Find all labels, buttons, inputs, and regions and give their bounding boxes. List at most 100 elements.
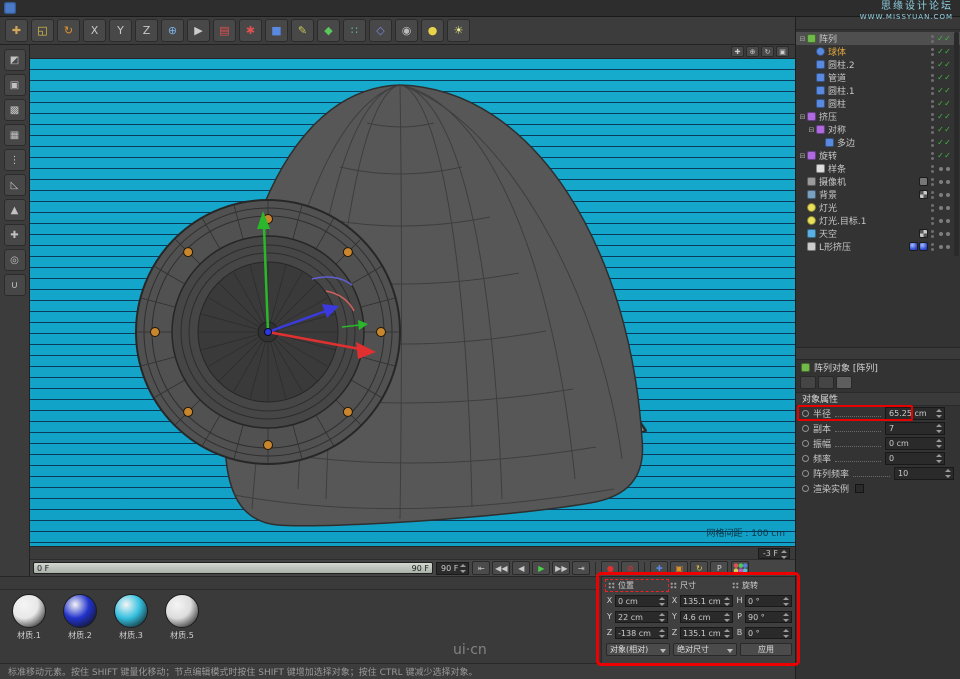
render-enable-icon[interactable] [944,152,951,160]
attribute-value-input[interactable]: 65.25 cm [885,407,945,420]
visibility-dots-icon[interactable] [931,74,934,82]
editor-enable-icon[interactable] [937,180,944,184]
side-tool-icon[interactable]: ▲ [4,199,26,221]
view-icon[interactable]: ▣ [776,46,789,57]
render-enable-icon[interactable] [944,113,951,121]
spinner[interactable] [783,613,790,622]
object-row[interactable]: 摄像机 [796,175,960,188]
spinner[interactable] [936,424,943,433]
visibility-dots-icon[interactable] [931,152,934,160]
keyframe-circle-icon[interactable] [802,485,809,492]
menu-item[interactable] [41,7,51,9]
material-item[interactable]: 材质.5 [160,594,204,641]
timeline-slider[interactable]: 0 F 90 F [33,562,433,574]
side-tool-icon[interactable]: ▣ [4,74,26,96]
visibility-dots-icon[interactable] [931,204,934,212]
menu-item[interactable] [111,7,121,9]
render-enable-icon[interactable] [944,219,951,223]
editor-enable-icon[interactable] [937,61,944,69]
visibility-dots-icon[interactable] [931,243,934,251]
keyframe-circle-icon[interactable] [802,425,809,432]
material-preview-sphere[interactable] [165,594,199,628]
object-manager-menu-item[interactable] [856,22,866,24]
attribute-tab[interactable] [800,376,816,389]
attribute-tab[interactable] [836,376,852,389]
editor-enable-icon[interactable] [937,126,944,134]
visibility-dots-icon[interactable] [931,35,934,43]
keyframe-circle-icon[interactable] [802,440,809,447]
viewport-menu-item[interactable] [76,51,86,53]
toolbar-icon[interactable]: ✚ [5,19,28,42]
editor-enable-icon[interactable] [937,193,944,197]
render-enable-icon[interactable] [944,193,951,197]
spinner[interactable] [724,597,731,606]
size-mode-dropdown[interactable]: 绝对尺寸 [673,643,737,656]
expand-toggle-icon[interactable]: ⊟ [807,126,816,134]
object-row[interactable]: ⊟ 旋转 [796,149,960,162]
render-enable-icon[interactable] [944,35,951,43]
toolbar-icon[interactable]: ● [421,19,444,42]
material-item[interactable]: 材质.3 [109,594,153,641]
editor-enable-icon[interactable] [937,139,944,147]
visibility-dots-icon[interactable] [931,100,934,108]
keyframe-circle-icon[interactable] [802,455,809,462]
spinner[interactable] [659,629,666,638]
visibility-dots-icon[interactable] [931,191,934,199]
object-row[interactable]: 灯光 [796,201,960,214]
point-handle[interactable] [343,407,352,416]
object-tag-icon[interactable] [919,242,928,251]
object-row[interactable]: 圆柱.2 [796,58,960,71]
view-icon[interactable]: ✚ [731,46,744,57]
menu-item[interactable] [31,7,41,9]
frame-offset-field[interactable]: -3 F [758,548,790,559]
render-enable-icon[interactable] [944,87,951,95]
object-manager-menu-item[interactable] [820,22,830,24]
transport-button[interactable]: ◀◀ [492,561,510,575]
render-enable-icon[interactable] [944,206,951,210]
object-tag-icon[interactable] [919,190,928,199]
editor-enable-icon[interactable] [937,206,944,210]
record-button[interactable]: ● [601,561,619,575]
visibility-dots-icon[interactable] [931,126,934,134]
spinner[interactable] [724,629,731,638]
view-icon[interactable]: ↻ [761,46,774,57]
toolbar-icon[interactable]: ☀ [447,19,470,42]
attribute-tab[interactable] [818,376,834,389]
object-row[interactable]: 圆柱 [796,97,960,110]
side-tool-icon[interactable]: ✚ [4,224,26,246]
spinner[interactable] [724,613,731,622]
toolbar-icon[interactable]: ✱ [239,19,262,42]
transport-button[interactable]: ▶ [532,561,550,575]
spinner[interactable] [783,597,790,606]
key-button[interactable]: ✚ [650,561,668,575]
object-tags[interactable] [908,242,928,251]
object-row[interactable]: 天空 [796,227,960,240]
transport-button[interactable]: ◀ [512,561,530,575]
visibility-dots-icon[interactable] [931,61,934,69]
key-button[interactable]: P [710,561,728,575]
coordinate-input[interactable]: 0 cm [615,595,668,607]
spinner[interactable] [936,409,943,418]
editor-enable-icon[interactable] [937,167,944,171]
menu-item[interactable] [71,7,81,9]
toolbar-icon[interactable]: ∷ [343,19,366,42]
side-tool-icon[interactable]: ◺ [4,174,26,196]
render-enable-icon[interactable] [944,245,951,249]
visibility-dots-icon[interactable] [931,87,934,95]
viewport-menu-item[interactable] [56,51,66,53]
spinner[interactable] [460,564,467,573]
object-tags[interactable] [918,177,928,186]
point-handle[interactable] [184,407,193,416]
render-enable-icon[interactable] [944,167,951,171]
side-tool-icon[interactable]: ▦ [4,124,26,146]
toolbar-icon[interactable]: ◉ [395,19,418,42]
toolbar-icon[interactable]: ■ [265,19,288,42]
transport-button[interactable]: ▶▶ [552,561,570,575]
material-menu-item[interactable] [8,582,18,584]
expand-toggle-icon[interactable]: ⊟ [798,113,807,121]
render-enable-icon[interactable] [944,126,951,134]
menu-item[interactable] [171,7,181,9]
toolbar-icon[interactable]: Z [135,19,158,42]
editor-enable-icon[interactable] [937,74,944,82]
menu-item[interactable] [101,7,111,9]
